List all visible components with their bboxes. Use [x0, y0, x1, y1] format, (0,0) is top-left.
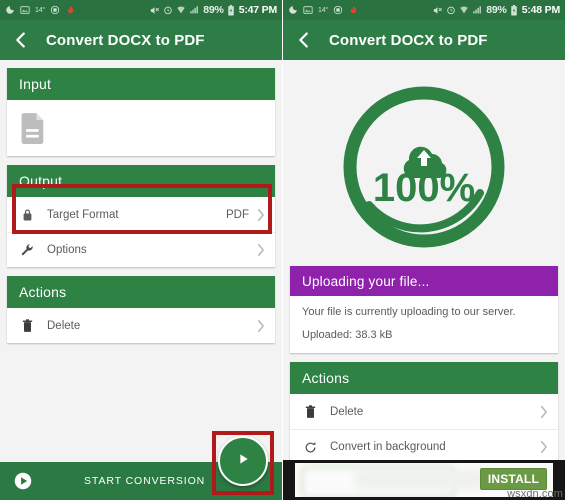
start-conversion-fab[interactable]	[218, 436, 268, 486]
back-arrow-icon[interactable]	[10, 29, 32, 51]
actions-card: Actions Delete Convert in background	[290, 362, 558, 464]
mute-icon	[432, 5, 443, 16]
battery-icon	[510, 4, 518, 16]
options-row[interactable]: Options	[7, 232, 275, 267]
input-file-name	[61, 111, 263, 145]
input-card-header: Input	[7, 68, 275, 100]
input-file-row[interactable]	[7, 100, 275, 156]
alarm-icon	[446, 5, 456, 15]
upload-status-title: Uploading your file...	[302, 273, 430, 289]
start-conversion-label: START CONVERSION	[84, 475, 206, 487]
convert-in-background-row[interactable]: Convert in background	[290, 429, 558, 464]
target-format-label: Target Format	[47, 208, 119, 221]
chevron-right-icon	[256, 208, 265, 222]
progress-percent-label: 100%	[373, 166, 475, 210]
install-button[interactable]: INSTALL	[479, 468, 547, 490]
upload-progress-indicator: 100%	[290, 68, 558, 266]
status-bar-left-icons: 14°	[5, 5, 149, 16]
play-icon	[235, 451, 251, 472]
signal-icon	[189, 5, 200, 15]
upload-status-card: Uploading your file... Your file is curr…	[290, 266, 558, 353]
ad-left-edge	[283, 460, 295, 500]
chevron-right-icon	[256, 319, 265, 333]
right-content-area: 100% Uploading your file... Your file is…	[283, 60, 565, 500]
delete-label: Delete	[47, 319, 81, 332]
wifi-icon	[176, 5, 186, 15]
target-format-row[interactable]: Target Format PDF	[7, 197, 275, 232]
app-badge-icon	[50, 5, 60, 15]
delete-row[interactable]: Delete	[7, 308, 275, 343]
do-not-disturb-icon	[288, 5, 298, 15]
page-title: Convert DOCX to PDF	[46, 31, 205, 49]
do-not-disturb-icon	[5, 5, 15, 15]
status-bar-left-icons: 14°	[288, 5, 432, 16]
screenshot-icon	[20, 5, 30, 15]
convert-in-background-label: Convert in background	[330, 441, 446, 453]
input-card-title: Input	[19, 76, 52, 92]
status-bar: 14°	[0, 0, 282, 20]
temperature-icon: 14°	[318, 6, 328, 14]
flame-icon	[348, 5, 359, 16]
screenshot-pair: 14° 89% 5:47 PM Convert DOCX to PDF Inpu…	[0, 0, 565, 500]
delete-row[interactable]: Delete	[290, 394, 558, 429]
actions-card-header: Actions	[290, 362, 558, 394]
status-bar: 14°	[283, 0, 565, 20]
actions-card-header: Actions	[7, 276, 275, 308]
right-phone-screen: 14° 89% 5:48 PM Convert DOCX to PDF 100%…	[283, 0, 565, 500]
output-card-title: Output	[19, 173, 63, 189]
wifi-icon	[459, 5, 469, 15]
signal-icon	[472, 5, 483, 15]
chevron-right-icon	[539, 440, 548, 454]
upload-size: Uploaded: 38.3 kB	[302, 329, 393, 341]
status-bar-right-icons: 89% 5:47 PM	[149, 4, 277, 16]
document-icon	[19, 112, 47, 144]
trash-icon	[302, 404, 318, 419]
lock-icon	[19, 208, 35, 222]
left-phone-screen: 14° 89% 5:47 PM Convert DOCX to PDF Inpu…	[0, 0, 282, 500]
output-card: Output Target Format PDF Options	[7, 165, 275, 267]
screenshot-icon	[303, 5, 313, 15]
alarm-icon	[163, 5, 173, 15]
input-card: Input	[7, 68, 275, 156]
chevron-right-icon	[539, 405, 548, 419]
battery-percent-label: 89%	[203, 4, 224, 16]
options-label: Options	[47, 244, 87, 256]
play-circle-icon	[14, 472, 32, 490]
target-format-value: PDF	[226, 208, 249, 221]
output-card-header: Output	[7, 165, 275, 197]
mute-icon	[149, 5, 160, 16]
actions-card-title: Actions	[302, 370, 350, 386]
temperature-icon: 14°	[35, 6, 45, 14]
app-badge-icon	[333, 5, 343, 15]
flame-icon	[65, 5, 76, 16]
status-bar-right-icons: 89% 5:48 PM	[432, 4, 560, 16]
battery-icon	[227, 4, 235, 16]
trash-icon	[19, 318, 35, 333]
back-arrow-icon[interactable]	[293, 29, 315, 51]
ad-text-blur	[355, 469, 485, 489]
wrench-icon	[19, 243, 35, 257]
upload-status-header: Uploading your file...	[290, 266, 558, 296]
left-content-area: Input Output Target Format PDF Options A…	[0, 60, 282, 500]
actions-card-title: Actions	[19, 284, 67, 300]
progress-ring: 100%	[343, 86, 505, 248]
delete-label: Delete	[330, 405, 364, 418]
page-title: Convert DOCX to PDF	[329, 31, 488, 49]
clock-label: 5:47 PM	[238, 4, 277, 16]
clock-label: 5:48 PM	[521, 4, 560, 16]
refresh-icon	[302, 441, 318, 454]
battery-percent-label: 89%	[486, 4, 507, 16]
chevron-right-icon	[256, 243, 265, 257]
upload-status-body: Your file is currently uploading to our …	[290, 296, 558, 353]
upload-description: Your file is currently uploading to our …	[302, 306, 516, 318]
actions-card: Actions Delete	[7, 276, 275, 343]
app-bar: Convert DOCX to PDF	[0, 20, 282, 60]
watermark-label: wsxdn.com	[507, 488, 563, 500]
app-bar: Convert DOCX to PDF	[283, 20, 565, 60]
